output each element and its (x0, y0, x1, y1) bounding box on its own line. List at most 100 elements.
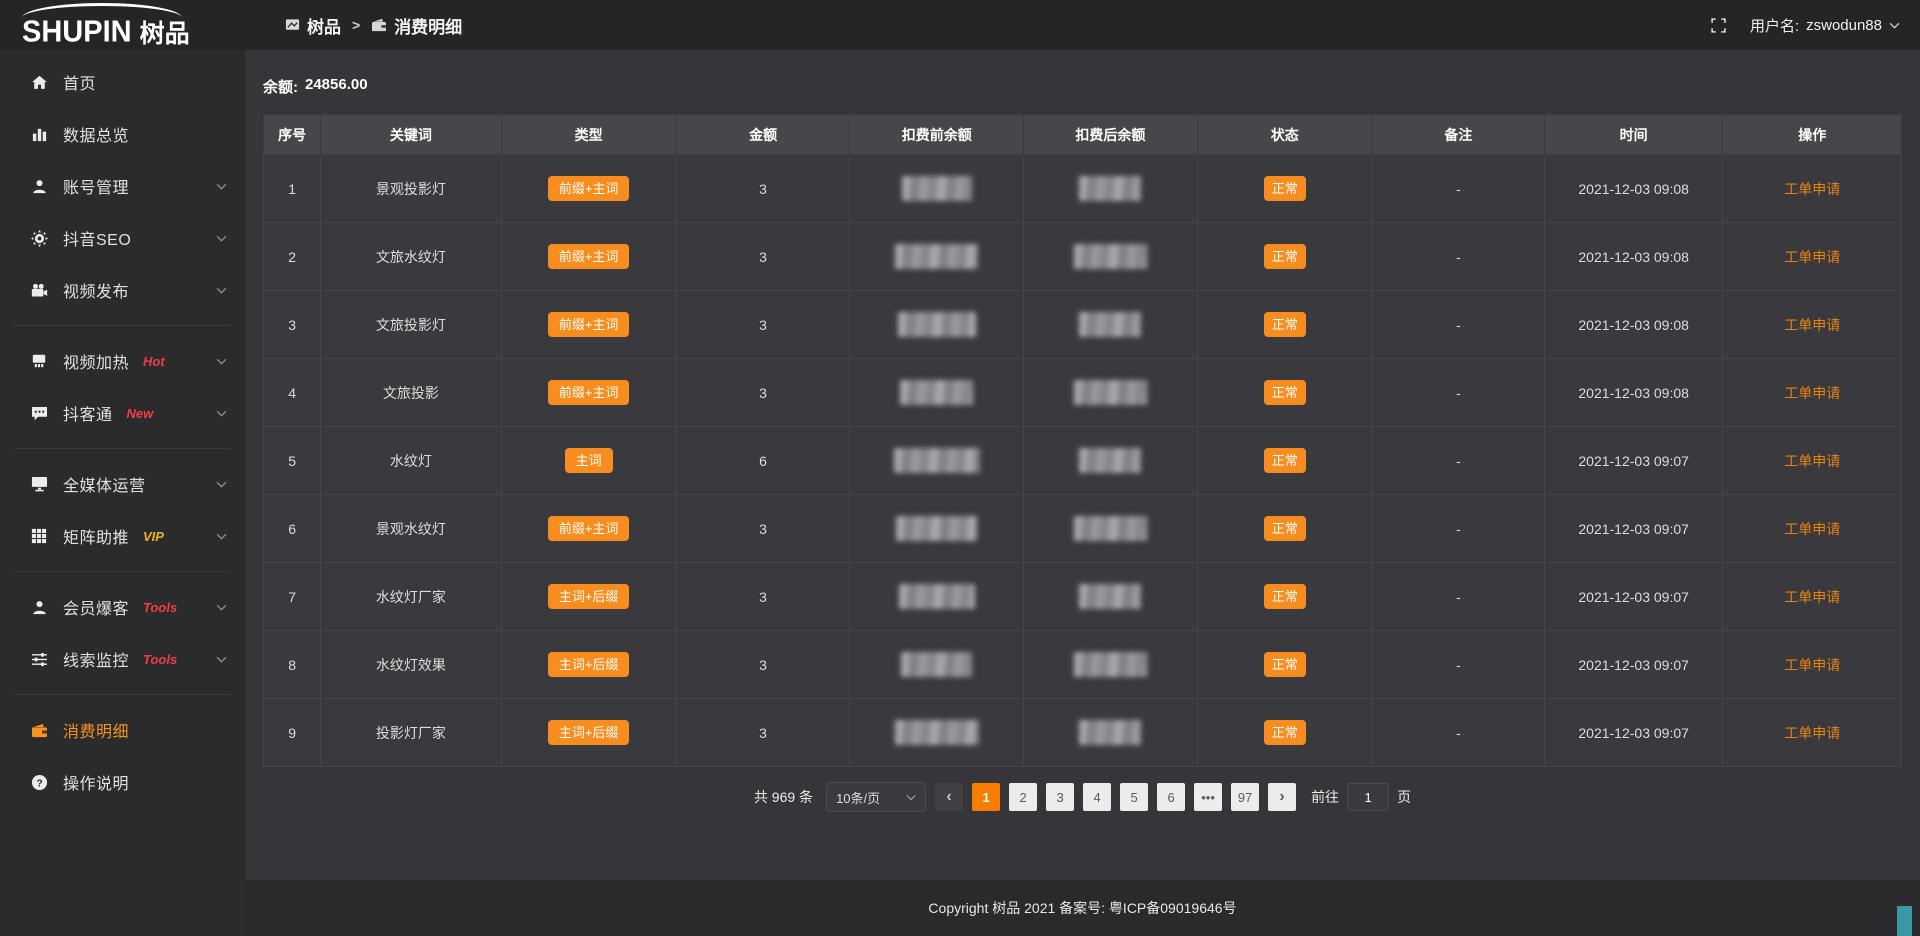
type-badge: 主词+后缀 (548, 584, 630, 609)
table-row: 6景观水纹灯前缀+主词3正常-2021-12-03 09:07工单申请 (264, 495, 1902, 563)
sidebar-divider (14, 448, 231, 449)
comment-icon (28, 406, 50, 421)
sidebar-item-member-burst[interactable]: 会员爆客Tools (0, 581, 245, 633)
cell-action: 工单申请 (1723, 631, 1902, 699)
username-label: 用户名: (1750, 15, 1799, 36)
sidebar-item-video-heat[interactable]: 视频加热Hot (0, 335, 245, 387)
breadcrumb-current[interactable]: 消费明细 (371, 13, 462, 38)
cell-type: 主词+后缀 (501, 563, 676, 631)
page-button-97[interactable]: 97 (1231, 783, 1259, 811)
page-button-2[interactable]: 2 (1009, 783, 1037, 811)
type-badge: 前缀+主词 (548, 176, 630, 201)
cell-post-balance (1024, 699, 1198, 767)
page-button-5[interactable]: 5 (1120, 783, 1148, 811)
cell-amount: 3 (676, 155, 850, 223)
ticket-apply-link[interactable]: 工单申请 (1784, 181, 1840, 197)
balance-summary: 余额: 24856.00 (263, 76, 1902, 97)
chevron-down-icon (1889, 22, 1900, 29)
cell-status: 正常 (1197, 495, 1372, 563)
page-button-6[interactable]: 6 (1157, 783, 1185, 811)
masked-balance-value (1079, 312, 1141, 337)
sidebar-item-help[interactable]: ?操作说明 (0, 756, 245, 808)
page-size-value: 10条/页 (836, 788, 880, 807)
cell-amount: 6 (676, 427, 850, 495)
fullscreen-icon[interactable] (1711, 18, 1726, 33)
prev-page-button[interactable]: ‹ (935, 783, 963, 811)
masked-balance-value (900, 380, 973, 405)
breadcrumb-label: 树品 (307, 13, 341, 38)
member-icon (28, 599, 50, 616)
type-badge: 前缀+主词 (548, 244, 630, 269)
page-button-3[interactable]: 3 (1046, 783, 1074, 811)
next-page-button[interactable]: › (1268, 783, 1296, 811)
gear-icon (28, 230, 50, 247)
ticket-apply-link[interactable]: 工单申请 (1784, 589, 1840, 605)
sidebar-item-label: 首页 (63, 70, 96, 94)
user-menu[interactable]: 用户名: zswodun88 (1750, 15, 1900, 36)
ticket-apply-link[interactable]: 工单申请 (1784, 317, 1840, 333)
ticket-apply-link[interactable]: 工单申请 (1784, 385, 1840, 401)
masked-balance-value (894, 448, 980, 473)
sidebar-divider (14, 325, 231, 326)
sidebar-item-douyin-seo[interactable]: 抖音SEO (0, 212, 245, 264)
ticket-apply-link[interactable]: 工单申请 (1784, 725, 1840, 741)
status-badge: 正常 (1264, 312, 1306, 337)
goto-suffix: 页 (1397, 787, 1411, 807)
svg-text:?: ? (36, 778, 42, 789)
sidebar-item-video-publish[interactable]: 视频发布 (0, 264, 245, 316)
cell-index: 8 (264, 631, 321, 699)
status-badge: 正常 (1264, 380, 1306, 405)
cell-remark: - (1372, 495, 1544, 563)
column-header: 金额 (676, 115, 850, 155)
ticket-apply-link[interactable]: 工单申请 (1784, 521, 1840, 537)
pagination-total: 共 969 条 (754, 787, 813, 807)
cell-keyword: 景观水纹灯 (321, 495, 501, 563)
sidebar-item-consume-detail[interactable]: 消费明细 (0, 704, 245, 756)
cell-time: 2021-12-03 09:08 (1544, 291, 1723, 359)
cell-type: 主词 (501, 427, 676, 495)
cell-index: 5 (264, 427, 321, 495)
page-button-1[interactable]: 1 (972, 783, 1000, 811)
page-button-4[interactable]: 4 (1083, 783, 1111, 811)
table-row: 2文旅水纹灯前缀+主词3正常-2021-12-03 09:08工单申请 (264, 223, 1902, 291)
sidebar-item-home[interactable]: 首页 (0, 56, 245, 108)
sidebar-item-data-overview[interactable]: 数据总览 (0, 108, 245, 160)
ticket-apply-link[interactable]: 工单申请 (1784, 453, 1840, 469)
cell-pre-balance (850, 359, 1024, 427)
grid-icon (28, 528, 50, 544)
ticket-apply-link[interactable]: 工单申请 (1784, 657, 1840, 673)
type-badge: 主词 (565, 448, 613, 473)
masked-balance-value (1074, 516, 1147, 541)
corner-widget[interactable] (1897, 906, 1912, 936)
sidebar-item-label: 全媒体运营 (63, 472, 146, 496)
goto-label: 前往 (1311, 787, 1339, 807)
page-ellipsis-button[interactable]: ••• (1194, 783, 1222, 811)
sidebar-item-matrix-boost[interactable]: 矩阵助推VIP (0, 510, 245, 562)
status-badge: 正常 (1264, 176, 1306, 201)
breadcrumb-home[interactable]: 树品 (285, 13, 341, 38)
topbar: SHUPIN 树品 树品 > 消费明细 用户名: zswodun88 (0, 0, 1920, 50)
cell-keyword: 文旅水纹灯 (321, 223, 501, 291)
table-body: 1景观投影灯前缀+主词3正常-2021-12-03 09:08工单申请2文旅水纹… (264, 155, 1902, 767)
cell-remark: - (1372, 291, 1544, 359)
page-size-select[interactable]: 10条/页 (826, 782, 926, 812)
cell-index: 3 (264, 291, 321, 359)
masked-balance-value (899, 584, 975, 609)
column-header: 时间 (1544, 115, 1723, 155)
cell-type: 主词+后缀 (501, 631, 676, 699)
sidebar-item-label: 抖客通 (63, 401, 113, 425)
app-logo: SHUPIN 树品 (0, 0, 245, 50)
goto-page-input[interactable] (1347, 783, 1389, 811)
cell-pre-balance (850, 699, 1024, 767)
ticket-apply-link[interactable]: 工单申请 (1784, 249, 1840, 265)
sidebar-item-tag: Tools (143, 600, 177, 615)
sidebar-item-media-ops[interactable]: 全媒体运营 (0, 458, 245, 510)
cell-remark: - (1372, 155, 1544, 223)
sidebar-item-account-manage[interactable]: 账号管理 (0, 160, 245, 212)
breadcrumb: 树品 > 消费明细 (285, 13, 462, 38)
sidebar-item-label: 矩阵助推 (63, 524, 129, 548)
sidebar-item-clue-monitor[interactable]: 线索监控Tools (0, 633, 245, 685)
cell-remark: - (1372, 359, 1544, 427)
masked-balance-value (1074, 380, 1147, 405)
sidebar-item-douketong[interactable]: 抖客通New (0, 387, 245, 439)
